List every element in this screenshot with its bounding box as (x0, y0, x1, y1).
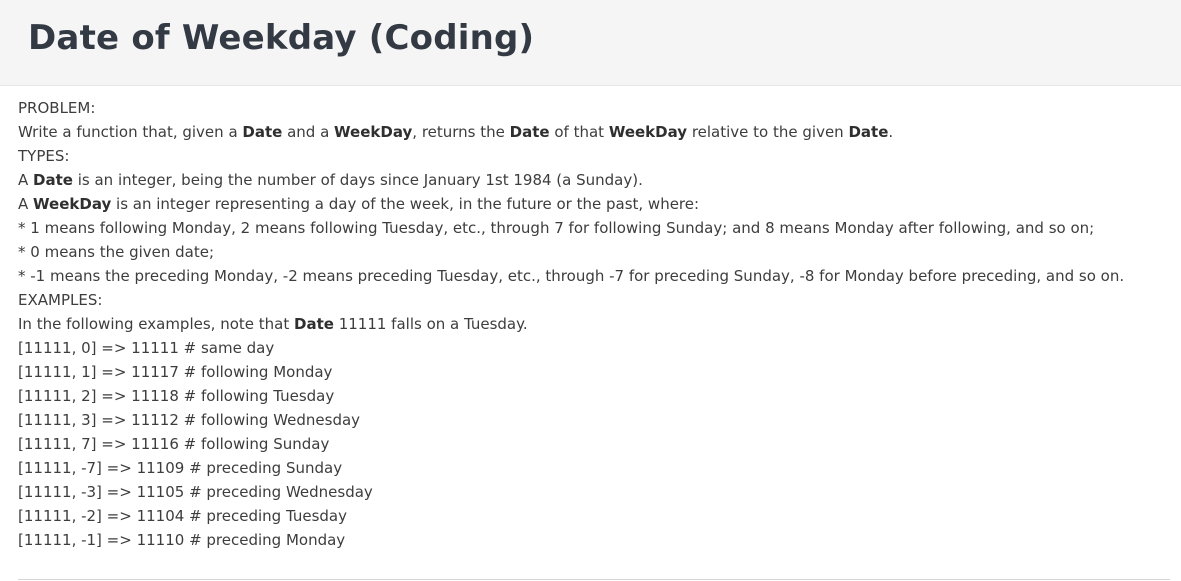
bullet-item: * 1 means following Monday, 2 means foll… (18, 219, 1095, 237)
examples-heading: EXAMPLES: (18, 291, 103, 309)
types-heading: TYPES: (18, 147, 70, 165)
term-weekday: WeekDay (33, 195, 112, 213)
term-date: Date (509, 123, 550, 141)
example-line: [11111, 3] => 11112 # following Wednesda… (18, 411, 361, 429)
example-line: [11111, -2] => 11104 # preceding Tuesday (18, 507, 347, 525)
term-weekday: WeekDay (608, 123, 688, 141)
problem-text: relative to the given (687, 123, 849, 141)
examples-intro: In the following examples, note that Dat… (18, 312, 1168, 336)
problem-description: PROBLEM: Write a function that, given a … (18, 96, 1168, 552)
term-date: Date (294, 315, 334, 333)
examples-text: 11111 falls on a Tuesday. (333, 315, 528, 333)
problem-text: , returns the (412, 123, 510, 141)
example-line: [11111, 0] => 11111 # same day (18, 339, 275, 357)
example-line: [11111, 2] => 11118 # following Tuesday (18, 387, 335, 405)
problem-text: Write a function that, given a (18, 123, 243, 141)
term-date: Date (848, 123, 889, 141)
problem-text: of that (549, 123, 609, 141)
bottom-divider (18, 579, 1170, 580)
example-line: [11111, -1] => 11110 # preceding Monday (18, 531, 346, 549)
type-date-definition: A Date is an integer, being the number o… (18, 168, 1168, 192)
type-text: is an integer, being the number of days … (72, 171, 643, 189)
term-weekday: WeekDay (334, 123, 413, 141)
type-text: A (18, 171, 34, 189)
problem-text: and a (282, 123, 335, 141)
example-line: [11111, -7] => 11109 # preceding Sunday (18, 459, 343, 477)
term-date: Date (242, 123, 283, 141)
problem-heading: PROBLEM: (18, 99, 96, 117)
problem-statement: Write a function that, given a Date and … (18, 120, 1168, 144)
examples-text: In the following examples, note that (18, 315, 294, 333)
type-text: is an integer representing a day of the … (111, 195, 700, 213)
example-line: [11111, 1] => 11117 # following Monday (18, 363, 333, 381)
bullet-item: * 0 means the given date; (18, 243, 215, 261)
bullet-item: * -1 means the preceding Monday, -2 mean… (18, 267, 1125, 285)
example-line: [11111, 7] => 11116 # following Sunday (18, 435, 330, 453)
problem-text: . (888, 123, 894, 141)
type-weekday-definition: A WeekDay is an integer representing a d… (18, 192, 1168, 216)
page-header: Date of Weekday (Coding) (0, 0, 1181, 86)
page-title: Date of Weekday (Coding) (28, 18, 535, 58)
term-date: Date (33, 171, 73, 189)
example-line: [11111, -3] => 11105 # preceding Wednesd… (18, 483, 373, 501)
type-text: A (18, 195, 34, 213)
